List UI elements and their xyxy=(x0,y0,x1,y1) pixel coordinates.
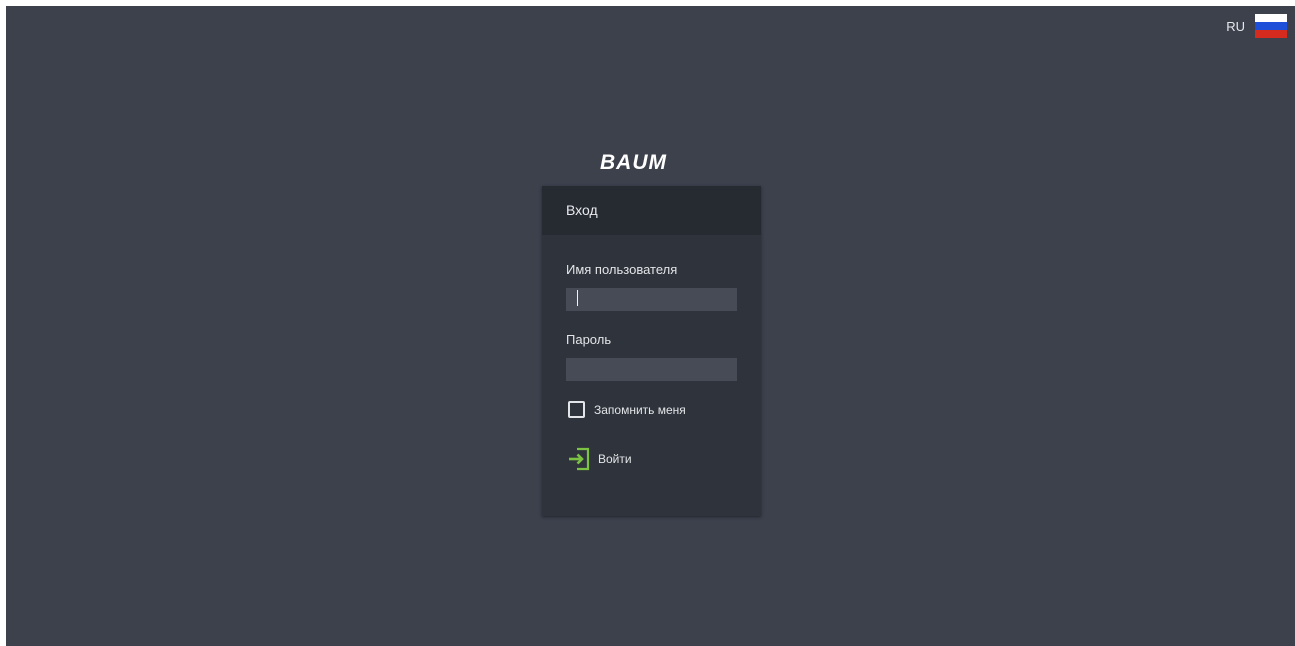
language-code: RU xyxy=(1226,18,1245,34)
svg-text:BAUM: BAUM xyxy=(600,151,667,172)
remember-me-label: Запомнить меня xyxy=(594,402,686,417)
sign-in-icon xyxy=(569,447,590,471)
baum-logo: BAUM xyxy=(600,151,667,172)
language-switcher[interactable]: RU xyxy=(1226,14,1287,38)
checkbox-icon[interactable] xyxy=(568,401,585,418)
password-label: Пароль xyxy=(566,332,612,347)
text-cursor xyxy=(577,290,578,306)
login-page: RU BAUM Вход Имя пользователя Пароль Зап… xyxy=(6,6,1295,646)
username-field[interactable] xyxy=(566,288,737,311)
login-card-title: Вход xyxy=(542,186,761,235)
username-label: Имя пользователя xyxy=(566,262,678,277)
remember-me-checkbox[interactable]: Запомнить меня xyxy=(568,401,686,418)
login-button[interactable]: Войти xyxy=(568,446,632,472)
password-field[interactable] xyxy=(566,358,737,381)
login-button-label: Войти xyxy=(598,452,632,466)
russia-flag-icon[interactable] xyxy=(1255,14,1287,38)
login-card: Вход Имя пользователя Пароль Запомнить м… xyxy=(542,186,761,516)
